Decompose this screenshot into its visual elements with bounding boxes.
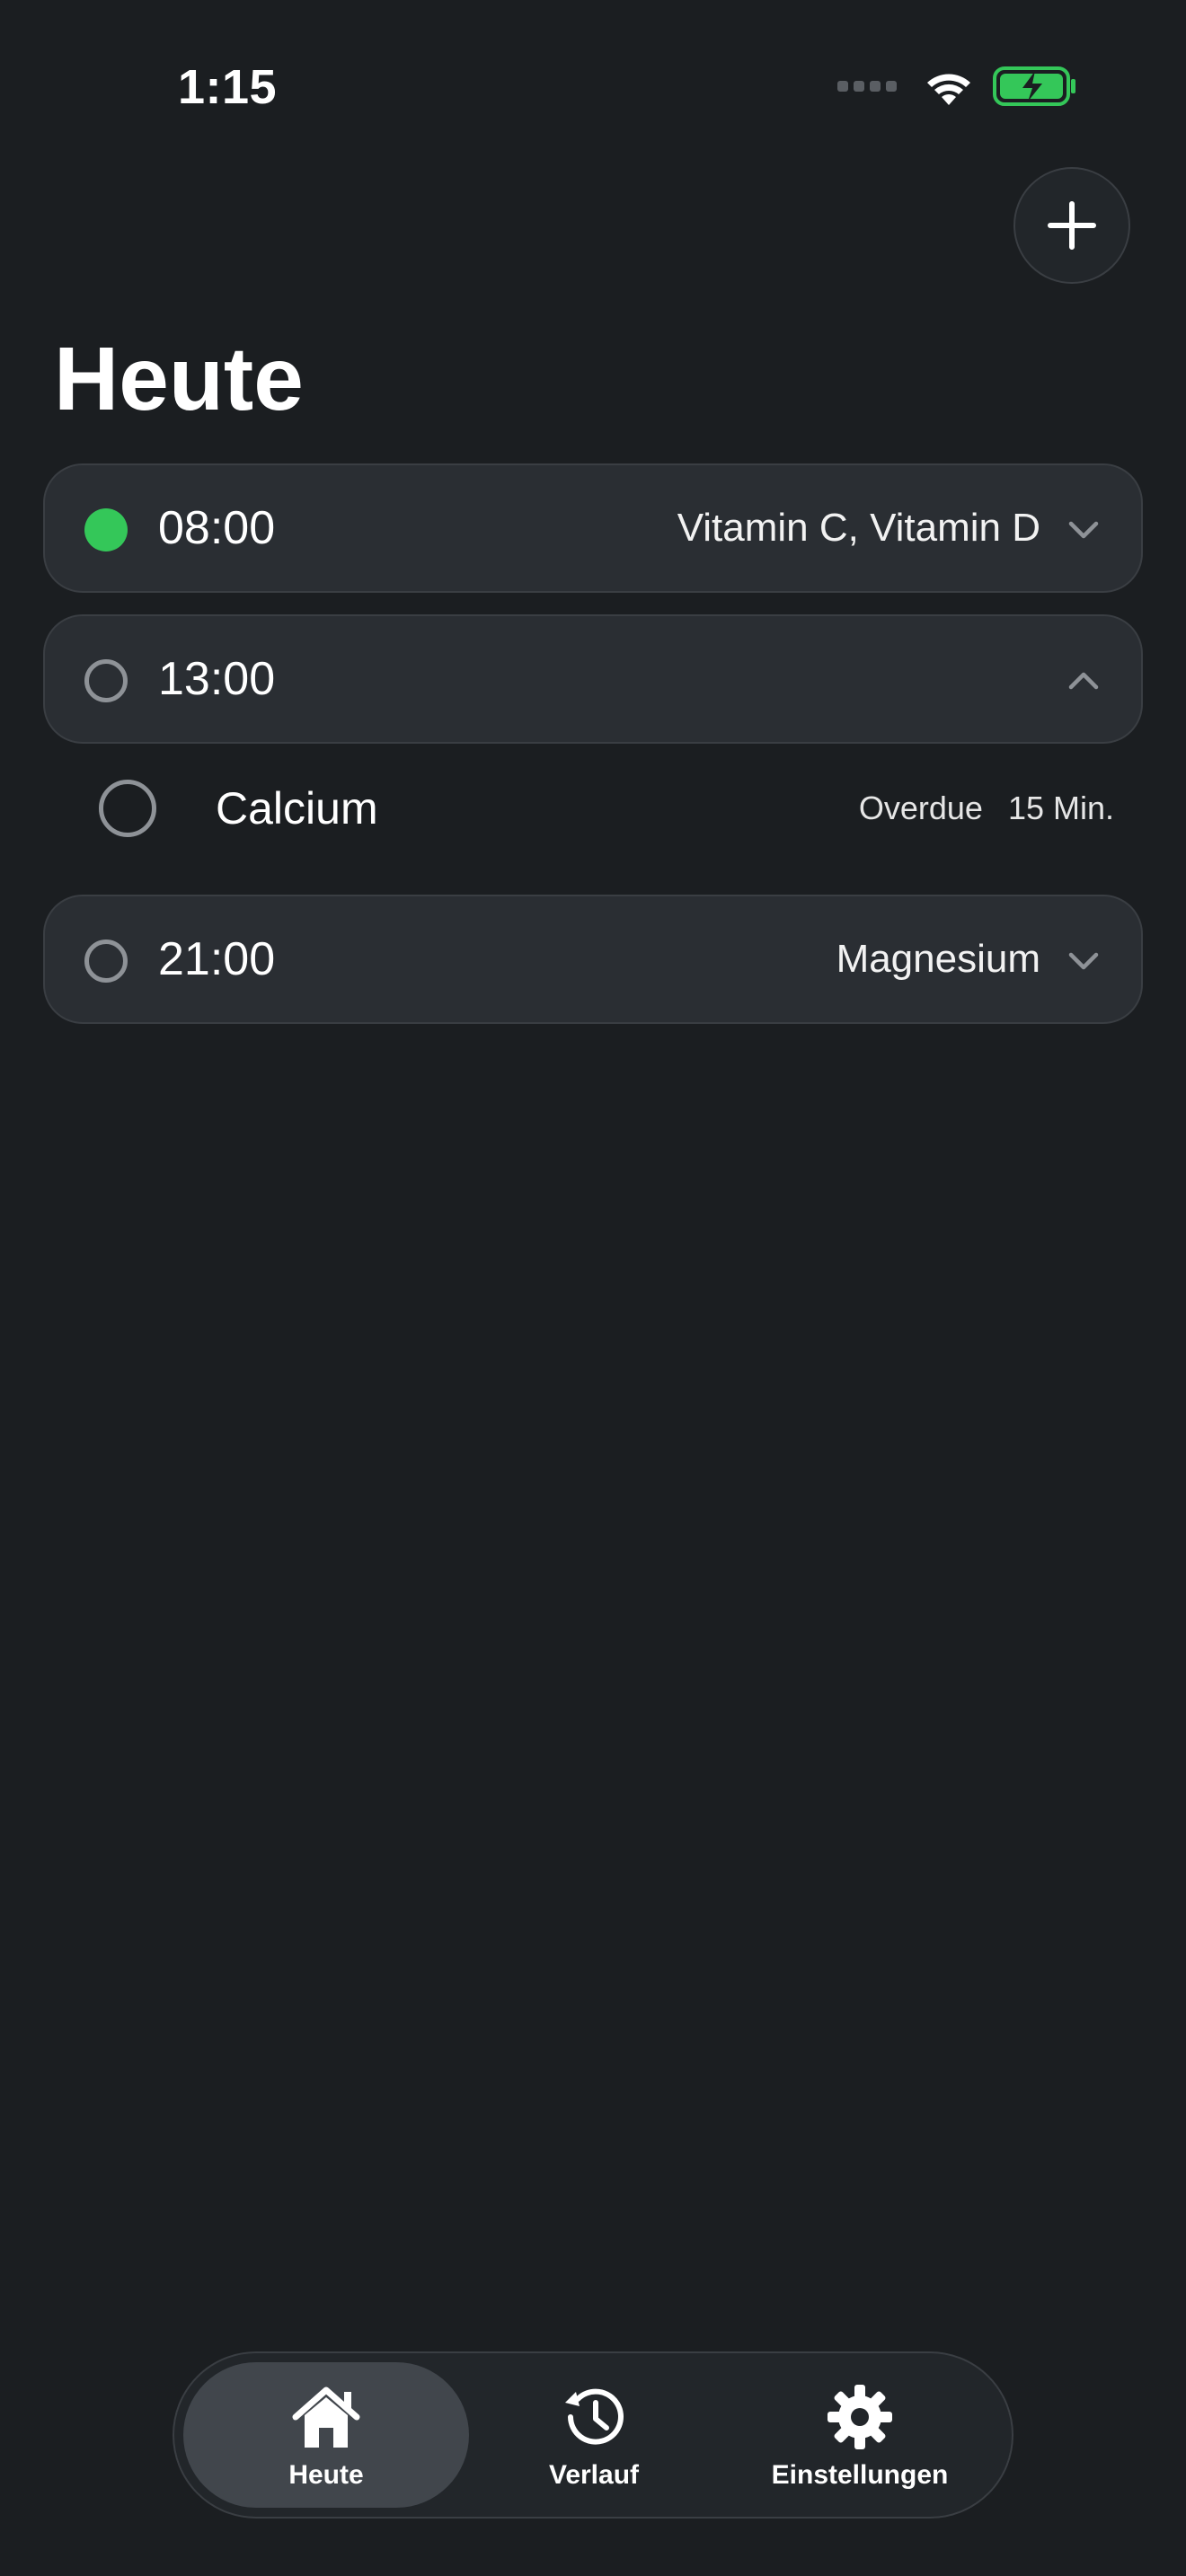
tab-label: Einstellungen (771, 2460, 949, 2490)
overdue-duration: 15 Min. (1007, 790, 1114, 826)
schedule-time: 08:00 (158, 502, 276, 554)
pending-indicator-icon (84, 940, 128, 983)
chevron-down-icon[interactable] (1066, 512, 1102, 548)
schedule-card-1300[interactable]: 13:00 (43, 614, 1143, 744)
plus-icon (1048, 201, 1096, 250)
schedule-time: 13:00 (158, 653, 276, 705)
pending-indicator-icon (84, 659, 128, 702)
status-time: 1:15 (178, 60, 278, 114)
item-name: Calcium (216, 783, 378, 834)
history-icon (565, 2388, 624, 2445)
add-button[interactable] (1013, 167, 1130, 284)
chevron-down-icon[interactable] (1066, 943, 1102, 979)
status-icons (837, 61, 1078, 111)
tab-label: Verlauf (548, 2460, 640, 2490)
tab-label: Heute (288, 2460, 364, 2490)
house-icon (292, 2386, 360, 2448)
item-status: Overdue 15 Min. (859, 745, 1114, 871)
item-checkbox[interactable] (99, 780, 156, 837)
tab-heute[interactable]: Heute (183, 2362, 469, 2508)
schedule-summary: Magnesium (836, 937, 1040, 981)
taken-indicator-icon (84, 508, 128, 551)
chevron-up-icon[interactable] (1066, 663, 1102, 699)
schedule-card-2100[interactable]: 21:00 Magnesium (43, 895, 1143, 1024)
overdue-label: Overdue (858, 790, 983, 826)
schedule-card-0800[interactable]: 08:00 Vitamin C, Vitamin D (43, 463, 1143, 593)
schedule-time: 21:00 (158, 933, 276, 985)
tab-bar: Heute Verlauf Einstellungen (173, 2351, 1013, 2519)
list-item[interactable]: Calcium Overdue 15 Min. (43, 745, 1143, 871)
wifi-icon (927, 74, 970, 105)
tab-einstellungen[interactable]: Einstellungen (717, 2362, 1003, 2508)
page-title: Heute (54, 329, 304, 429)
battery-charging-icon (993, 66, 1075, 106)
gear-icon (828, 2385, 892, 2449)
cellular-signal-icon (837, 81, 897, 92)
tab-verlauf[interactable]: Verlauf (451, 2362, 737, 2508)
schedule-summary: Vitamin C, Vitamin D (677, 506, 1040, 550)
